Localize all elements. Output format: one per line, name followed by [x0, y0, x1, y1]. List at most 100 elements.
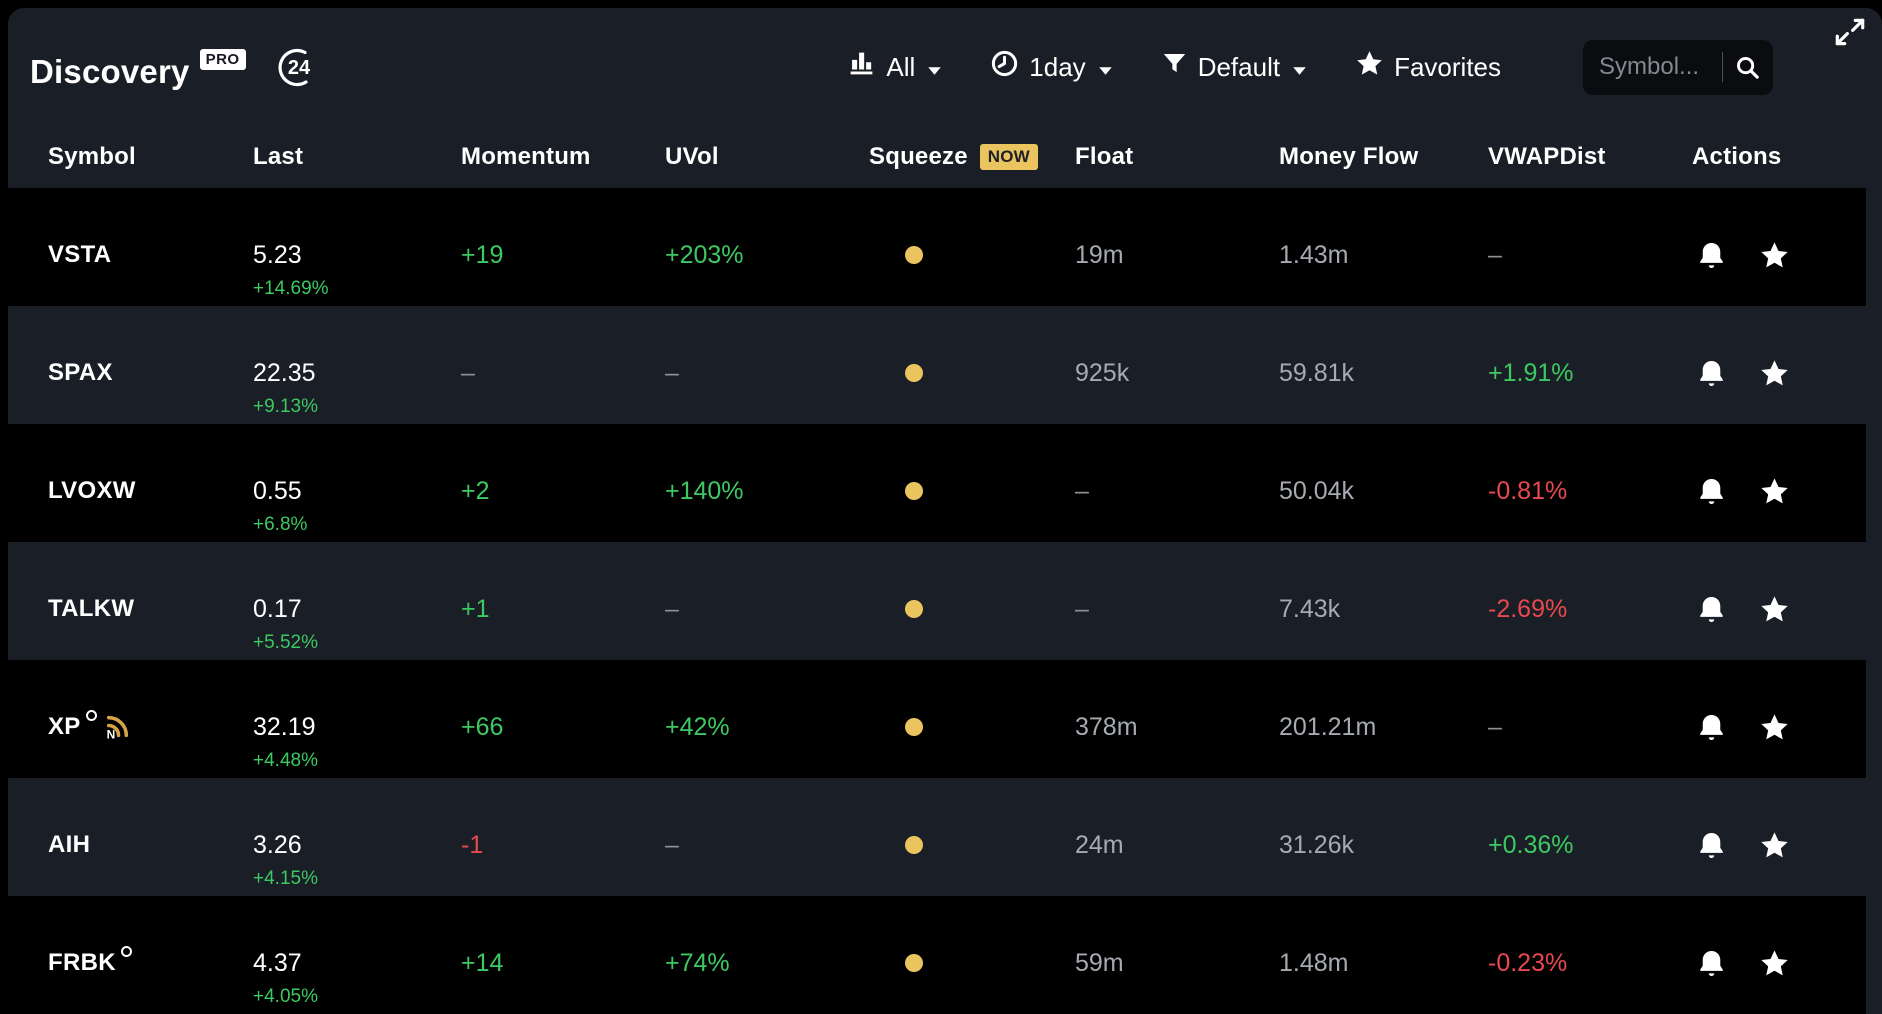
table-row[interactable]: AIH 3.26 +4.15% -1 – 24m 31.26k +0.36% [8, 778, 1866, 896]
vwap-dist-value: – [1488, 714, 1502, 740]
float-value: 925k [1075, 360, 1129, 386]
ring-indicator-icon [86, 710, 97, 721]
last-cell: 3.26 +4.15% [253, 778, 461, 896]
favorites-button[interactable]: Favorites [1355, 49, 1501, 85]
column-header-momentum[interactable]: Momentum [461, 143, 665, 171]
uvol-value: +203% [665, 242, 744, 268]
money-flow-value: 201.21m [1279, 714, 1376, 740]
column-header-uvol[interactable]: UVol [665, 143, 869, 171]
column-header-actions: Actions [1692, 143, 1866, 171]
alert-bell-icon[interactable] [1696, 594, 1727, 625]
symbol-text: XP [48, 714, 81, 740]
symbol-cell: XP N [48, 660, 253, 778]
page-title: Discovery [30, 53, 190, 91]
symbol-text: AIH [48, 832, 90, 858]
money-flow-value: 50.04k [1279, 478, 1354, 504]
table-row[interactable]: FRBK 4.37 +4.05% +14 +74% 59m 1.48m -0.2… [8, 896, 1866, 1014]
last-cell: 4.37 +4.05% [253, 896, 461, 1014]
table-row[interactable]: SPAX 22.35 +9.13% – – 925k 59.81k +1.91% [8, 306, 1866, 424]
money-flow-value: 1.43m [1279, 242, 1348, 268]
column-header-squeeze[interactable]: Squeeze NOW [869, 143, 1075, 171]
momentum-value: – [461, 360, 475, 386]
vwap-dist-value: +0.36% [1488, 832, 1574, 858]
table-row[interactable]: VSTA 5.23 +14.69% +19 +203% 19m 1.43m – [8, 188, 1866, 306]
symbol-cell: AIH [48, 778, 253, 896]
table-row[interactable]: TALKW 0.17 +5.52% +1 – – 7.43k -2.69% [8, 542, 1866, 660]
vwap-dist-value: +1.91% [1488, 360, 1574, 386]
symbol-cell: SPAX [48, 306, 253, 424]
squeeze-indicator [905, 954, 923, 972]
table-row[interactable]: LVOXW 0.55 +6.8% +2 +140% – 50.04k -0.81… [8, 424, 1866, 542]
float-value: – [1075, 596, 1089, 622]
change-percent: +4.15% [253, 869, 318, 889]
timeframe-label: 1day [1029, 52, 1085, 83]
news-icon[interactable]: N [104, 713, 131, 745]
symbol-search[interactable] [1583, 40, 1773, 95]
uvol-value: +140% [665, 478, 744, 504]
symbol-cell: VSTA [48, 188, 253, 306]
favorite-star-icon[interactable] [1759, 830, 1790, 861]
svg-text:N: N [106, 727, 115, 740]
search-icon[interactable] [1734, 54, 1761, 81]
table-body: VSTA 5.23 +14.69% +19 +203% 19m 1.43m – [8, 188, 1882, 1014]
symbol-text: TALKW [48, 596, 134, 622]
favorite-star-icon[interactable] [1759, 594, 1790, 625]
column-header-vwapdist[interactable]: VWAPDist [1488, 143, 1692, 171]
change-percent: +5.52% [253, 633, 318, 653]
uvol-value: – [665, 832, 679, 858]
symbol-cell: FRBK [48, 896, 253, 1014]
column-header-float[interactable]: Float [1075, 143, 1279, 171]
column-header-last[interactable]: Last [253, 143, 461, 171]
last-cell: 5.23 +14.69% [253, 188, 461, 306]
column-header-symbol[interactable]: Symbol [48, 143, 253, 171]
last-price: 4.37 [253, 950, 302, 976]
alert-bell-icon[interactable] [1696, 240, 1727, 271]
money-flow-value: 59.81k [1279, 360, 1354, 386]
last-cell: 32.19 +4.48% [253, 660, 461, 778]
float-value: 19m [1075, 242, 1124, 268]
market-filter-dropdown[interactable]: All [847, 49, 942, 85]
alert-bell-icon[interactable] [1696, 830, 1727, 861]
alert-bell-icon[interactable] [1696, 712, 1727, 743]
actions-cell [1692, 896, 1866, 1014]
squeeze-indicator [905, 718, 923, 736]
last-price: 3.26 [253, 832, 302, 858]
favorite-star-icon[interactable] [1759, 948, 1790, 979]
alert-bell-icon[interactable] [1696, 948, 1727, 979]
timeframe-dropdown[interactable]: 1day [990, 49, 1112, 85]
float-value: – [1075, 478, 1089, 504]
star-icon [1355, 49, 1384, 85]
vwap-dist-value: -2.69% [1488, 596, 1567, 622]
momentum-value: +66 [461, 714, 503, 740]
view-filter-label: Default [1198, 52, 1280, 83]
momentum-value: +19 [461, 242, 503, 268]
table-row[interactable]: XP N 32.19 +4.48% +66 +42% [8, 660, 1866, 778]
favorite-star-icon[interactable] [1759, 476, 1790, 507]
change-percent: +9.13% [253, 397, 318, 417]
chevron-down-icon [1098, 52, 1113, 83]
actions-cell [1692, 542, 1866, 660]
momentum-value: +1 [461, 596, 490, 622]
expand-icon[interactable] [1832, 14, 1868, 55]
favorites-label: Favorites [1394, 52, 1501, 83]
last-price: 0.55 [253, 478, 302, 504]
alert-bell-icon[interactable] [1696, 476, 1727, 507]
vwap-dist-value: – [1488, 242, 1502, 268]
float-value: 378m [1075, 714, 1138, 740]
symbol-search-input[interactable] [1599, 53, 1716, 81]
actions-cell [1692, 778, 1866, 896]
last-price: 32.19 [253, 714, 316, 740]
actions-cell [1692, 306, 1866, 424]
favorite-star-icon[interactable] [1759, 240, 1790, 271]
view-filter-dropdown[interactable]: Default [1161, 50, 1307, 84]
uvol-value: +74% [665, 950, 730, 976]
uvol-value: +42% [665, 714, 730, 740]
chevron-down-icon [1292, 52, 1307, 83]
last-cell: 22.35 +9.13% [253, 306, 461, 424]
favorite-star-icon[interactable] [1759, 712, 1790, 743]
money-flow-value: 1.48m [1279, 950, 1348, 976]
alert-bell-icon[interactable] [1696, 358, 1727, 389]
favorite-star-icon[interactable] [1759, 358, 1790, 389]
column-header-money-flow[interactable]: Money Flow [1279, 143, 1488, 171]
symbol-cell: LVOXW [48, 424, 253, 542]
